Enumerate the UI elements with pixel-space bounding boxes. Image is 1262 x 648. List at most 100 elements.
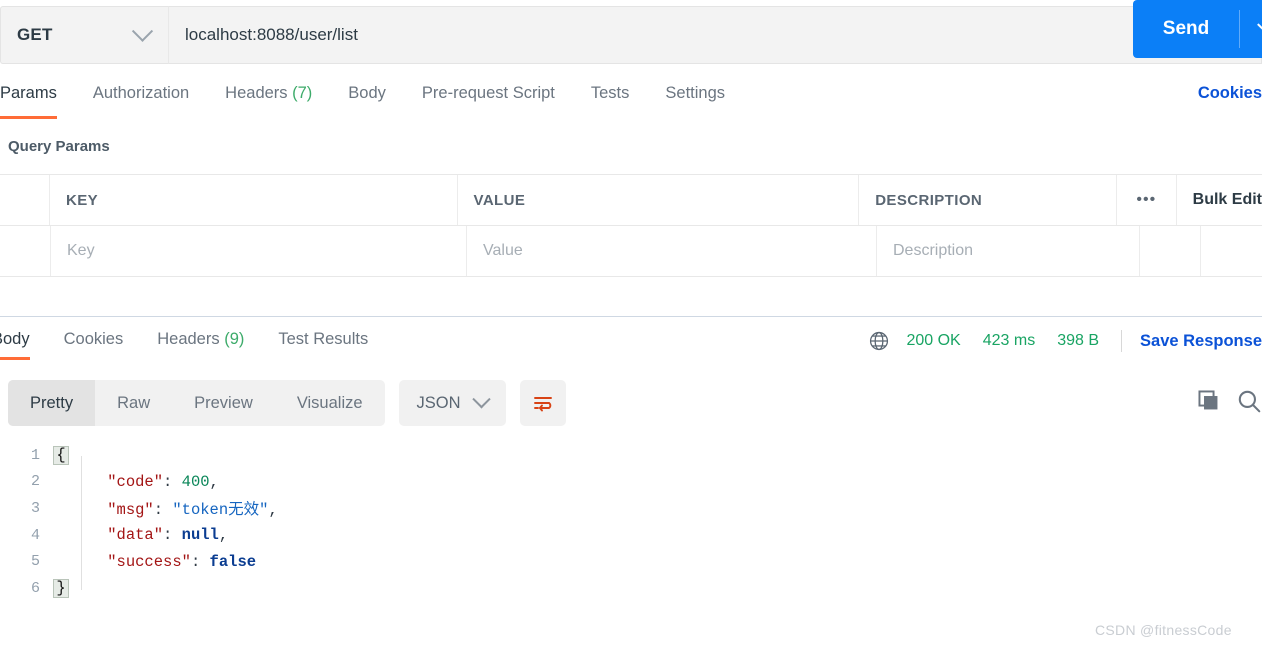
row-trailing-cell [1201, 226, 1262, 276]
matching-brace: { [53, 445, 69, 465]
tab-count: (7) [287, 84, 313, 102]
tab-params[interactable]: Params [0, 82, 57, 119]
copy-icon[interactable] [1196, 388, 1222, 414]
description-input[interactable]: Description [877, 242, 973, 260]
bulk-edit-button[interactable]: Bulk Edit [1177, 175, 1262, 225]
key-input[interactable]: Key [51, 242, 95, 260]
column-header-value: VALUE [473, 191, 526, 209]
response-tab-cookies[interactable]: Cookies [64, 328, 124, 349]
code-token: "data" [107, 526, 164, 545]
query-params-table: KEY VALUE DESCRIPTION ••• Bulk Edit Key … [0, 174, 1262, 277]
brace-column: } [52, 578, 70, 598]
line-number: 4 [30, 526, 40, 544]
save-response-button[interactable]: Save Response [1140, 332, 1262, 351]
select-all-cell[interactable] [0, 175, 50, 225]
code-line: 5 "success": false [0, 548, 1262, 575]
line-number: 2 [30, 473, 40, 491]
tab-body[interactable]: Body [348, 82, 386, 103]
tab-label: Headers [225, 84, 288, 102]
more-options-icon: ••• [1136, 191, 1157, 208]
cookies-link[interactable]: Cookies [1198, 84, 1262, 103]
table-options-button[interactable]: ••• [1117, 175, 1177, 225]
search-icon[interactable] [1236, 388, 1262, 414]
send-options-button[interactable] [1240, 0, 1262, 58]
response-status-bar: 200 OK 423 ms 398 B Save Response [868, 330, 1262, 352]
code-token: "code" [107, 472, 164, 491]
status-code[interactable]: 200 OK [906, 332, 960, 350]
code-text: "msg": "token无效", [70, 497, 278, 519]
view-mode-pretty[interactable]: Pretty [8, 380, 96, 426]
code-token: , [209, 472, 219, 491]
http-method-select[interactable]: GET [0, 6, 168, 64]
tab-count: (9) [219, 330, 245, 348]
response-tab-body[interactable]: Body [0, 328, 30, 360]
code-token: "token无效" [172, 501, 269, 520]
url-input[interactable]: localhost:8088/user/list [168, 6, 1262, 64]
table-row: Key Value Description [0, 226, 1262, 277]
tab-authorization[interactable]: Authorization [93, 82, 189, 103]
view-mode-visualize[interactable]: Visualize [275, 380, 385, 426]
code-text: "success": false [70, 553, 256, 571]
code-text: "data": null, [70, 526, 228, 544]
code-token: : [163, 472, 182, 491]
tab-settings[interactable]: Settings [665, 82, 725, 103]
url-value: localhost:8088/user/list [185, 25, 358, 44]
response-time[interactable]: 423 ms [983, 332, 1035, 350]
row-checkbox-cell[interactable] [0, 226, 51, 276]
chevron-down-icon [131, 20, 154, 42]
tab-label: Params [0, 84, 57, 102]
response-format-toolbar: Pretty Raw Preview Visualize JSON [8, 380, 566, 426]
response-tab-headers[interactable]: Headers (9) [157, 328, 244, 349]
tab-tests[interactable]: Tests [591, 82, 630, 103]
view-mode-preview[interactable]: Preview [172, 380, 275, 426]
response-actions [1196, 388, 1262, 414]
language-label: JSON [416, 393, 461, 412]
code-token: , [218, 526, 229, 545]
column-header-description: DESCRIPTION [875, 191, 983, 209]
response-tab-test-results[interactable]: Test Results [278, 328, 368, 349]
code-line: 4 "data": null, [0, 522, 1262, 549]
row-options-cell [1140, 226, 1201, 276]
send-button[interactable]: Send [1133, 0, 1239, 58]
code-line: 3 "msg": "token无效", [0, 495, 1262, 522]
matching-brace: } [53, 578, 69, 598]
tab-label: Headers [157, 330, 220, 348]
chevron-down-icon [471, 389, 491, 408]
tab-label: Body [348, 84, 386, 102]
response-size[interactable]: 398 B [1057, 332, 1099, 350]
chevron-down-icon [1256, 14, 1262, 35]
value-input[interactable]: Value [467, 242, 523, 260]
code-token: "msg" [107, 501, 154, 520]
code-token: false [209, 552, 257, 571]
code-line: 6} [0, 575, 1262, 602]
response-body-viewer[interactable]: 1{2 "code": 400, 3 "msg": "token无效", 4 "da… [0, 442, 1262, 602]
postman-window: GET localhost:8088/user/list Send Params… [0, 0, 1262, 648]
code-token: "success" [107, 552, 191, 571]
column-header-key: KEY [65, 191, 99, 209]
tab-pre-request-script[interactable]: Pre-request Script [422, 82, 555, 103]
globe-icon [870, 331, 889, 351]
tab-label: Tests [590, 84, 630, 102]
request-tab-list: Params Authorization Headers (7) Body Pre-re… [0, 82, 1262, 124]
tab-label: Pre-request Script [421, 84, 555, 102]
tab-label: Body [0, 330, 30, 348]
code-token: 400 [181, 472, 210, 491]
code-token: null [181, 526, 219, 545]
word-wrap-icon [533, 397, 552, 412]
tab-label: Cookies [63, 330, 124, 348]
code-token: : [153, 501, 173, 520]
language-select[interactable]: JSON [398, 380, 506, 426]
code-line: 1{ [0, 442, 1262, 469]
tab-headers[interactable]: Headers (7) [225, 82, 312, 103]
pane-divider[interactable] [0, 316, 1262, 317]
http-method-label: GET [17, 25, 53, 44]
view-mode-raw[interactable]: Raw [95, 380, 172, 426]
tab-label: Test Results [278, 330, 369, 348]
code-token: : [163, 526, 182, 545]
wrap-lines-button[interactable] [519, 380, 566, 426]
status-divider [1121, 330, 1123, 352]
